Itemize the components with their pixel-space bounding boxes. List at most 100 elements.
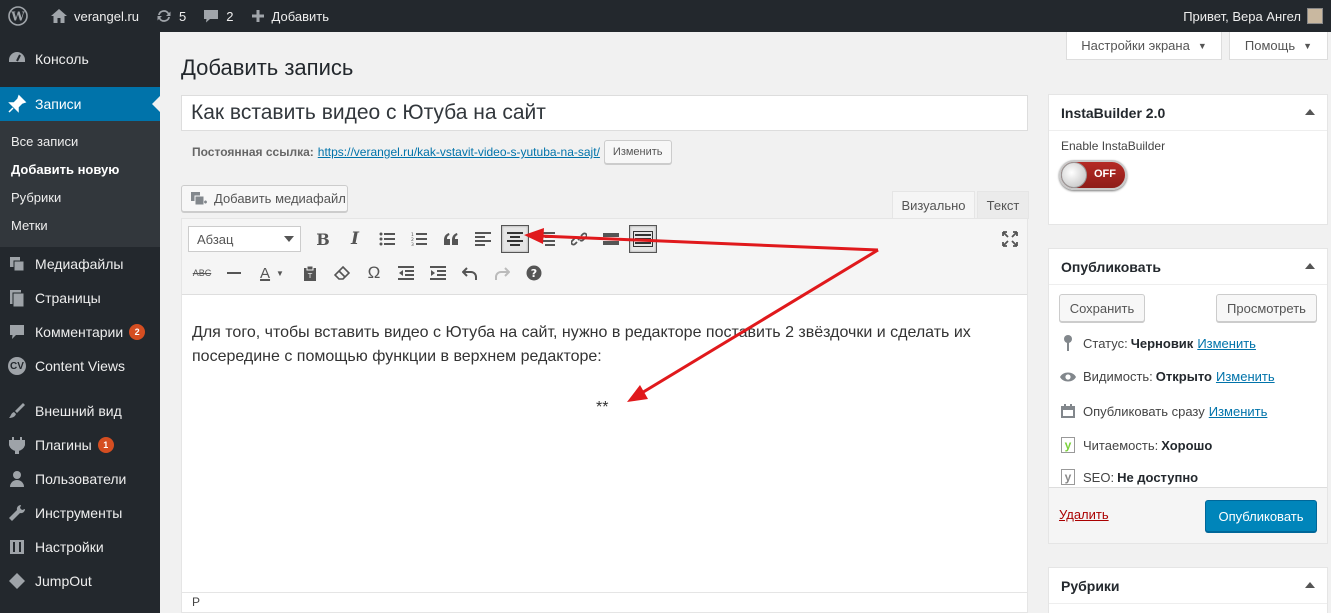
sidebar-item-pages[interactable]: Страницы [0,281,160,315]
read-more-button[interactable] [597,225,625,253]
clear-formatting-button[interactable] [328,259,356,287]
eraser-icon [334,265,350,280]
categories-header[interactable]: Рубрики [1049,568,1327,604]
numbered-list-button[interactable]: 123 [405,225,433,253]
chevron-down-icon [284,236,294,242]
caret-down-icon: ▼ [1303,40,1313,51]
undo-button[interactable] [456,259,484,287]
permalink-slug: kak-vstavit-video-s-yutuba-na-sajt [417,145,597,159]
horizontal-line-icon [227,272,241,274]
indent-icon [430,266,446,280]
bold-button[interactable]: B [309,225,337,253]
align-left-button[interactable] [469,225,497,253]
site-name-link[interactable]: verangel.ru [42,0,147,32]
screen-options-button[interactable]: Настройки экрана ▼ [1066,32,1222,60]
sidebar-item-label: Настройки [35,539,104,555]
submenu-all-posts[interactable]: Все записи [0,128,160,156]
seo-value: Не доступно [1117,469,1199,485]
toolbar-toggle-button[interactable] [629,225,657,253]
instabuilder-toggle[interactable]: OFF [1059,160,1127,190]
edit-schedule-link[interactable]: Изменить [1209,404,1268,419]
align-center-button[interactable] [501,225,529,253]
comment-bubble-icon [204,10,219,23]
italic-button[interactable]: I [341,225,369,253]
add-media-label: Добавить медиафайл [214,191,346,206]
sidebar-item-posts[interactable]: Записи [0,87,160,121]
comments-link[interactable]: 2 [194,0,241,32]
editor-status-path: P [182,592,1027,612]
sidebar-item-settings[interactable]: Настройки [0,530,160,564]
sidebar-item-content-views[interactable]: CV Content Views [0,349,160,383]
help-button[interactable]: Помощь ▼ [1229,32,1328,60]
format-select[interactable]: Абзац [188,226,301,252]
permalink-edit-button[interactable]: Изменить [603,140,672,164]
toolbar-row-2: ABC A ▼ T Ω ? [186,257,550,289]
svg-text:?: ? [531,267,537,280]
fullscreen-icon [1002,231,1018,247]
new-content-link[interactable]: Добавить [242,0,337,32]
sidebar-item-plugins[interactable]: Плагины 1 [0,428,160,462]
submenu-add-new[interactable]: Добавить новую [0,156,160,184]
sidebar-item-comments[interactable]: Комментарии 2 [0,315,160,349]
settings-icon [7,537,27,557]
sidebar-item-console[interactable]: Консоль [0,42,160,76]
sidebar-item-label: Консоль [35,51,89,67]
sidebar-item-tools[interactable]: Инструменты [0,496,160,530]
sidebar-item-users[interactable]: Пользователи [0,462,160,496]
visibility-row: Видимость: Открыто Изменить [1059,369,1275,384]
wordpress-logo-icon[interactable]: W [0,0,42,32]
sidebar-item-appearance[interactable]: Внешний вид [0,394,160,428]
post-title-input[interactable]: Как вставить видео с Ютуба на сайт [181,95,1028,131]
align-right-button[interactable] [533,225,561,253]
fullscreen-button[interactable] [996,225,1024,253]
special-character-button[interactable]: Ω [360,259,388,287]
editor-toolbar: Абзац B I 123 ABC A ▼ T Ω ? [182,219,1027,295]
edit-visibility-link[interactable]: Изменить [1216,369,1275,384]
indent-button[interactable] [424,259,452,287]
save-draft-button[interactable]: Сохранить [1059,294,1145,322]
publish-button[interactable]: Опубликовать [1205,500,1317,532]
bullet-list-button[interactable] [373,225,401,253]
editor-content[interactable]: Для того, чтобы вставить видео с Ютуба н… [192,321,1022,416]
edit-status-link[interactable]: Изменить [1197,336,1256,351]
delete-link[interactable]: Удалить [1059,507,1109,522]
paste-text-button[interactable]: T [296,259,324,287]
plus-icon [251,10,264,22]
instabuilder-header[interactable]: InstaBuilder 2.0 [1049,95,1327,131]
comments-count: 2 [226,8,234,24]
post-editor: Абзац B I 123 ABC A ▼ T Ω ? Для того, чт… [181,218,1028,613]
seo-row: y SEO: Не доступно [1059,469,1198,485]
updates-link[interactable]: 5 [147,0,194,32]
submenu-categories[interactable]: Рубрики [0,184,160,212]
sidebar-item-media[interactable]: Медиафайлы [0,247,160,281]
collapse-arrow-icon[interactable] [1305,263,1315,269]
horizontal-line-button[interactable] [220,259,248,287]
help-button-editor[interactable]: ? [520,259,548,287]
help-label: Помощь [1244,38,1296,53]
redo-button[interactable] [488,259,516,287]
strikethrough-button[interactable]: ABC [188,259,216,287]
sidebar-item-label: Записи [35,96,82,112]
blockquote-button[interactable] [437,225,465,253]
home-icon [51,9,67,23]
permalink-link[interactable]: https://verangel.ru/kak-vstavit-video-s-… [318,145,600,159]
quote-icon [444,233,458,245]
svg-text:T: T [307,272,313,280]
text-color-button[interactable]: A ▼ [252,259,292,287]
insert-link-button[interactable] [565,225,593,253]
collapse-arrow-icon[interactable] [1305,109,1315,115]
tab-visual[interactable]: Визуально [892,191,975,219]
tab-text[interactable]: Текст [977,191,1029,219]
collapse-arrow-icon[interactable] [1305,582,1315,588]
media-icon [7,254,27,274]
yoast-readability-icon: y [1061,437,1075,453]
preview-button[interactable]: Просмотреть [1216,294,1317,322]
add-media-button[interactable]: Добавить медиафайл [181,185,348,212]
keyboard-icon [633,231,653,247]
submenu-tags[interactable]: Метки [0,212,160,240]
sidebar-item-jumpout[interactable]: JumpOut [0,564,160,598]
toolbar-row-1: Абзац B I 123 [182,223,659,255]
my-account[interactable]: Привет, Вера Ангел [1183,8,1331,24]
outdent-button[interactable] [392,259,420,287]
publish-header[interactable]: Опубликовать [1049,249,1327,285]
